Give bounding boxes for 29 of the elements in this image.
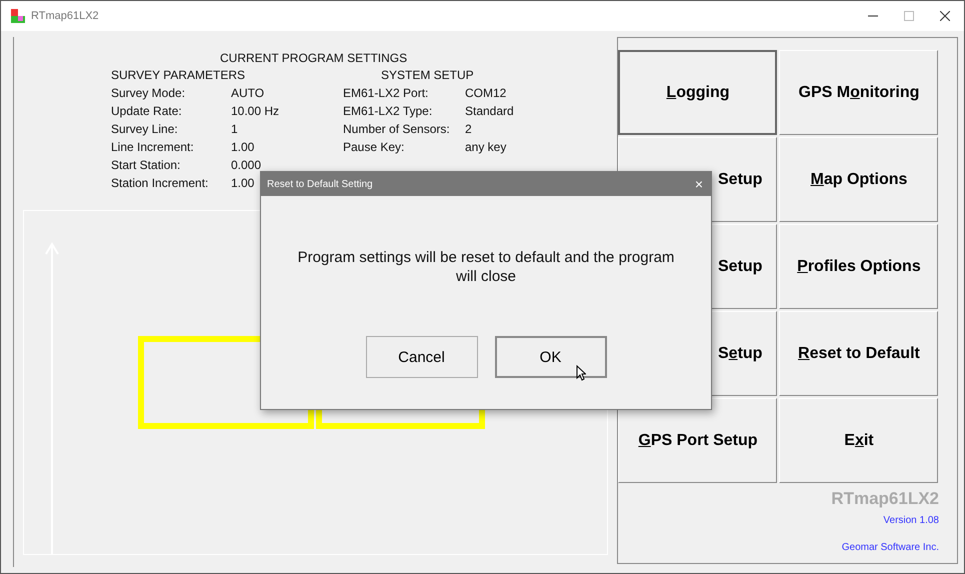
product-name: RTmap61LX2 [830,489,939,509]
setting-label: EM61-LX2 Type: [343,104,434,118]
setting-label: Pause Key: [343,140,406,154]
setting-value: 1.00 [231,140,254,154]
setting-value: 1.00 [231,176,254,190]
setting-label: Start Station: [111,158,182,172]
setting-value: 2 [465,122,472,136]
setting-value: 0.000 [231,158,262,172]
setting-label: Number of Sensors: [343,122,451,136]
dialog-message: Program settings will be reset to default and the program will close [296,248,676,286]
setting-label: Line Increment: [111,140,195,154]
setting-label: Station Increment: [111,176,210,190]
version-text: Version 1.08 [882,515,939,526]
setting-value: Standard [465,104,514,118]
window-title: RTmap61LX2 [31,10,99,22]
settings-heading: CURRENT PROGRAM SETTINGS [219,51,408,65]
section-heading: SYSTEM SETUP [380,68,475,82]
setting-value: any key [465,140,506,154]
section-heading: SURVEY PARAMETERS [111,68,246,82]
company-text: Geomar Software Inc. [840,542,939,553]
setting-value: 10.00 Hz [231,104,280,118]
setting-label: EM61-LX2 Port: [343,86,430,100]
setting-label: Survey Mode: [111,86,186,100]
setting-value: COM12 [465,86,506,100]
setting-value: AUTO [231,86,264,100]
setting-label: Survey Line: [111,122,179,136]
dialog-title: Reset to Default Setting [267,178,373,190]
setting-value: 1 [231,122,238,136]
setting-label: Update Rate: [111,104,183,118]
